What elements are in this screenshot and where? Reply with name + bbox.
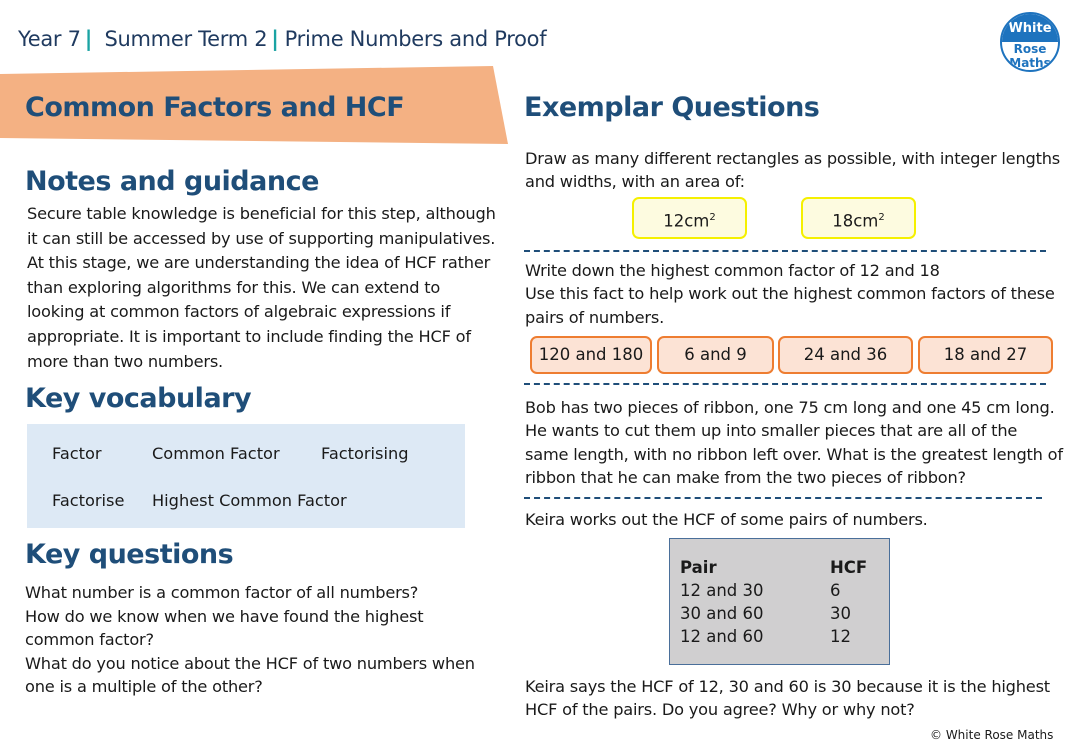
question-line: ribbon that he can make from the two pie…	[525, 468, 966, 488]
question-line: What do you notice about the HCF of two …	[25, 653, 475, 673]
hcf-table: Pair HCF 12 and 30 6 30 and 60 30 12 and…	[669, 538, 890, 665]
question-line: Keira says the HCF of 12, 30 and 60 is 3…	[525, 677, 1050, 696]
notes-line: appropriate. It is important to include …	[27, 326, 471, 346]
question-line: HCF of the pairs. Do you agree? Why or w…	[525, 700, 915, 720]
table-header-pair: Pair	[680, 558, 717, 577]
notes-line: than exploring algorithms for this. We c…	[27, 277, 441, 297]
question-line: How do we know when we have found the hi…	[25, 606, 424, 626]
area-exponent: 2	[709, 212, 716, 223]
breadcrumb-separator: |	[271, 27, 279, 51]
white-rose-maths-logo: White Rose Maths	[1000, 12, 1060, 72]
divider	[524, 497, 1042, 499]
divider	[524, 383, 1046, 385]
question-line: common factor?	[25, 630, 154, 649]
vocab-term: Highest Common Factor	[152, 491, 347, 510]
breadcrumb-topic: Prime Numbers and Proof	[284, 27, 547, 51]
question-line: Bob has two pieces of ribbon, one 75 cm …	[525, 398, 1055, 417]
vocab-term: Factor	[52, 444, 102, 463]
vocab-term: Factorise	[52, 491, 125, 510]
vocab-term: Factorising	[321, 444, 409, 463]
table-header-hcf: HCF	[830, 558, 868, 577]
question-3-text: Bob has two pieces of ribbon, one 75 cm …	[525, 396, 1063, 490]
area-value: 12cm	[663, 211, 710, 231]
question-line: pairs of numbers.	[525, 307, 665, 327]
question-line: Draw as many different rectangles as pos…	[525, 149, 1061, 168]
notes-heading: Notes and guidance	[25, 166, 319, 197]
vocabulary-heading: Key vocabulary	[25, 383, 252, 414]
notes-line: looking at common factors of algebraic e…	[27, 302, 451, 322]
pair-box: 120 and 180	[530, 336, 652, 374]
notes-line: more than two numbers.	[27, 351, 223, 371]
breadcrumb-year: Year 7	[18, 27, 81, 51]
notes-line: At this stage, we are understanding the …	[27, 253, 491, 273]
area-box-12: 12cm2	[632, 197, 747, 239]
pair-box: 6 and 9	[657, 336, 774, 374]
vocabulary-box: Factor Common Factor Factorising Factori…	[27, 424, 465, 528]
question-1-text: Draw as many different rectangles as pos…	[525, 147, 1060, 194]
copyright: © White Rose Maths	[930, 728, 1054, 742]
question-line: Use this fact to help work out the highe…	[525, 284, 1055, 304]
page-title: Common Factors and HCF	[25, 92, 405, 123]
question-line: He wants to cut them up into smaller pie…	[525, 421, 1018, 441]
pair-box: 24 and 36	[778, 336, 913, 374]
question-4-text: Keira says the HCF of 12, 30 and 60 is 3…	[525, 675, 1050, 722]
question-line: What number is a common factor of all nu…	[25, 583, 419, 602]
area-box-18: 18cm2	[801, 197, 916, 239]
breadcrumb: Year 7 | Summer Term 2 | Prime Numbers and …	[18, 27, 547, 51]
breadcrumb-separator: |	[84, 27, 93, 51]
question-line: one is a multiple of the other?	[25, 677, 263, 696]
question-4-intro: Keira works out the HCF of some pairs of…	[525, 510, 928, 529]
question-2-text: Write down the highest common factor of …	[525, 259, 1055, 329]
divider	[524, 250, 1046, 252]
pair-box: 18 and 27	[918, 336, 1053, 374]
logo-line2: Rose	[1013, 42, 1047, 56]
breadcrumb-term: Summer Term 2	[104, 27, 268, 51]
area-exponent: 2	[878, 212, 885, 223]
logo-line1: White	[1002, 14, 1058, 42]
area-value: 18cm	[832, 211, 879, 231]
table-cell-pair: 12 and 60	[680, 627, 764, 646]
key-questions-text: What number is a common factor of all nu…	[25, 581, 475, 699]
question-line: and widths, with an area of:	[525, 172, 745, 192]
table-cell-hcf: 12	[830, 627, 851, 646]
key-questions-heading: Key questions	[25, 539, 234, 570]
notes-line: Secure table knowledge is beneficial for…	[27, 204, 496, 223]
question-line: Write down the highest common factor of …	[525, 261, 940, 280]
table-cell-pair: 30 and 60	[680, 604, 764, 623]
question-line: same length, with no ribbon left over. W…	[525, 444, 1063, 464]
notes-line: it can still be accessed by use of suppo…	[27, 228, 496, 248]
logo-line3: Maths	[1009, 56, 1051, 70]
notes-text: Secure table knowledge is beneficial for…	[27, 202, 496, 374]
table-cell-hcf: 30	[830, 604, 851, 623]
vocab-term: Common Factor	[152, 444, 280, 463]
table-cell-hcf: 6	[830, 581, 841, 600]
table-cell-pair: 12 and 30	[680, 581, 764, 600]
exemplar-heading: Exemplar Questions	[524, 92, 820, 123]
